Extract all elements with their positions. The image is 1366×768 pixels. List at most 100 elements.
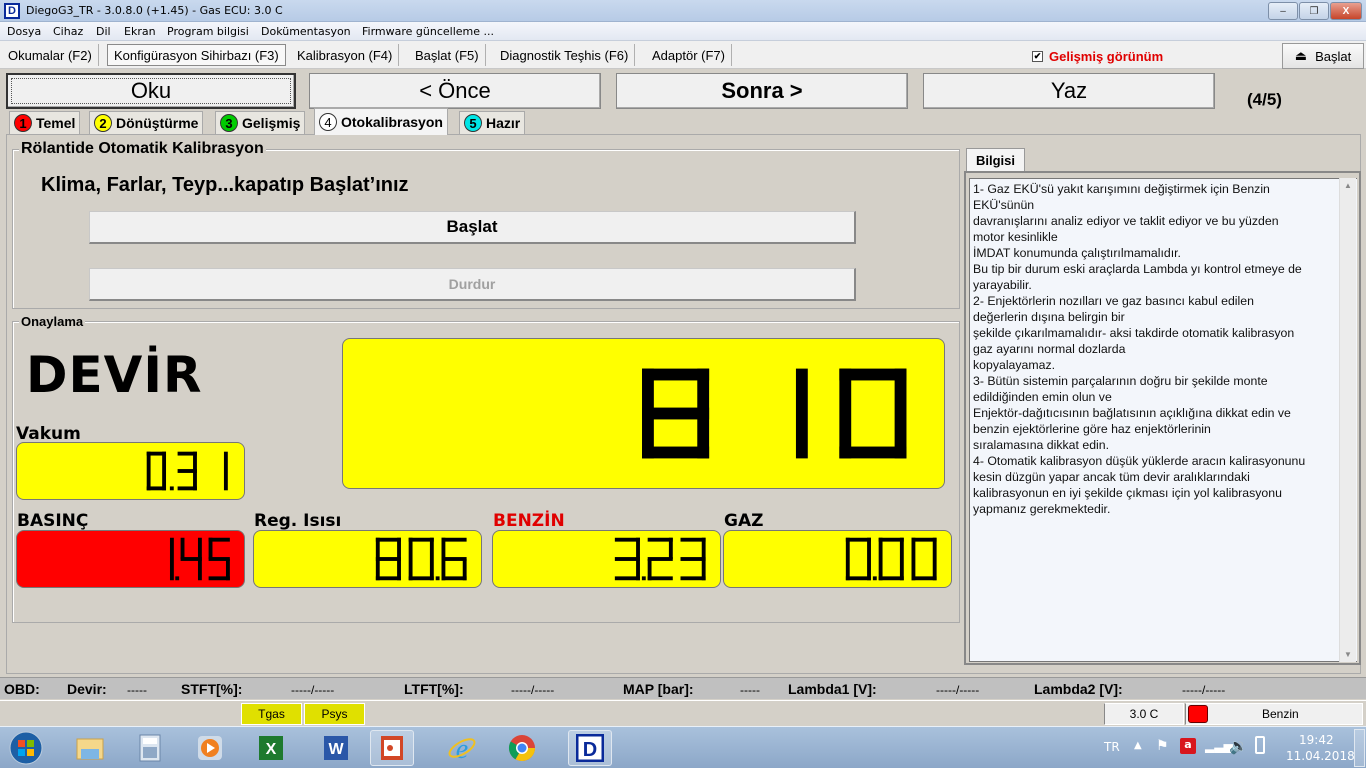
tab-adapter[interactable]: Adaptör (F7) [646, 44, 732, 66]
info-textbox[interactable]: 1- Gaz EKÜ'sü yakıt karışımını değiştirm… [969, 178, 1357, 662]
taskbar-media-player[interactable] [188, 730, 232, 766]
action-center-flag-icon[interactable]: ⚑ [1156, 738, 1169, 754]
info-tab-label: Bilgisi [975, 153, 1015, 168]
decimal-point [169, 486, 174, 491]
close-button[interactable]: X [1330, 2, 1362, 20]
taskbar-internet-explorer[interactable]: e [440, 730, 484, 766]
decimal-point [872, 576, 877, 581]
menu-cihaz[interactable]: Cihaz [53, 25, 83, 38]
segment-b [795, 368, 808, 414]
main-toolbar: Okumalar (F2) Konfigürasyon Sihirbazı (F… [0, 41, 1366, 69]
step-tab-basic[interactable]: 1 Temel [9, 111, 81, 134]
scroll-up-icon[interactable]: ▲ [1344, 181, 1352, 190]
antivirus-icon[interactable]: a [1180, 738, 1196, 754]
menu-dil[interactable]: Dil [96, 25, 111, 38]
obd-bar: OBD: Devir: ----- STFT[%]: -----/----- L… [0, 677, 1366, 699]
powerpoint-icon [381, 736, 403, 760]
segment-f [845, 537, 850, 559]
segment-b [223, 451, 228, 471]
rpm-digits [642, 368, 907, 459]
taskbar-excel[interactable]: X [249, 730, 293, 766]
previous-button[interactable]: < Önce [309, 73, 601, 109]
pressure-display [16, 530, 245, 588]
psys-indicator: Psys [304, 703, 365, 725]
scroll-down-icon[interactable]: ▼ [1344, 650, 1352, 659]
tab-label: Kalibrasyon (F4) [297, 47, 393, 63]
tab-config-wizard[interactable]: Konfigürasyon Sihirbazı (F3) [107, 44, 286, 66]
segment-e [839, 413, 852, 459]
tab-readings[interactable]: Okumalar (F2) [2, 44, 99, 66]
chrome-icon [508, 735, 536, 762]
menu-ekran[interactable]: Ekran [124, 25, 156, 38]
write-button-label: Yaz [1050, 78, 1088, 103]
battery-icon[interactable] [1255, 736, 1265, 754]
info-scrollbar[interactable]: ▲ ▼ [1339, 178, 1356, 662]
folder-icon [76, 738, 104, 760]
petrol-label: BENZİN [493, 511, 565, 531]
taskbar-powerpoint[interactable] [370, 730, 414, 766]
vacuum-digits [146, 451, 228, 491]
show-desktop-button[interactable] [1354, 729, 1365, 767]
step-tab-advanced[interactable]: 3 Gelişmiş [215, 111, 306, 134]
taskbar-chrome[interactable] [500, 730, 544, 766]
read-button[interactable]: Oku [6, 73, 296, 109]
title-bar: D DiegoG3_TR - 3.0.8.0 (+1.45) - Gas ECU… [0, 0, 1366, 22]
segment-f [375, 537, 380, 559]
step-tab-label: Dönüştürme [116, 115, 199, 131]
tab-start[interactable]: Başlat (F5) [409, 44, 486, 66]
show-hidden-icons-icon[interactable]: ▲ [1134, 740, 1142, 751]
tab-diagnostics[interactable]: Diagnostik Teşhis (F6) [494, 44, 636, 66]
segment-f [208, 537, 213, 559]
tab-calibration[interactable]: Kalibrasyon (F4) [291, 44, 400, 66]
decimal-point [641, 576, 646, 581]
autocal-stop-button: Durdur [89, 268, 856, 301]
step-tab-ready[interactable]: 5 Hazır [459, 111, 526, 134]
svg-text:D: D [583, 739, 597, 761]
taskbar-calculator[interactable] [128, 730, 172, 766]
start-orb[interactable] [6, 730, 46, 766]
tab-label: Başlat (F5) [415, 47, 479, 63]
taskbar-diego[interactable]: D [568, 730, 612, 766]
step-tab-conversion[interactable]: 2 Dönüştürme [89, 111, 204, 134]
advanced-view-checkbox[interactable]: ✔ [1032, 51, 1043, 62]
info-tab[interactable]: Bilgisi [966, 148, 1025, 172]
step-3-icon: 3 [220, 114, 238, 132]
restore-button[interactable]: ❐ [1299, 2, 1329, 20]
autocal-start-label: Başlat [446, 217, 498, 236]
taskbar-word[interactable]: W [314, 730, 358, 766]
segment-f [642, 368, 654, 414]
step-5-icon: 5 [464, 114, 482, 132]
segment-c [169, 559, 174, 581]
write-button[interactable]: Yaz [923, 73, 1215, 109]
next-button[interactable]: Sonra > [616, 73, 908, 109]
volume-icon[interactable]: 🔉 [1229, 737, 1248, 755]
menu-firmware[interactable]: Firmware güncelleme ... [362, 25, 494, 38]
restore-icon: ❐ [1309, 5, 1319, 17]
clock-date[interactable]: 11.04.2018 [1286, 749, 1355, 763]
media-player-icon [198, 736, 222, 760]
regulator-temp-digits [375, 537, 467, 581]
menu-dosya[interactable]: Dosya [7, 25, 41, 38]
instruction-text: Klima, Farlar, Teyp...kapatıp Başlat’ını… [41, 174, 409, 196]
close-icon: X [1342, 5, 1350, 17]
obd-lambda1-value: -----/----- [936, 683, 980, 697]
petrol-digits [614, 537, 706, 581]
advanced-view-toggle[interactable]: ✔ Gelişmiş görünüm [1032, 49, 1163, 64]
minimize-button[interactable]: – [1268, 2, 1298, 20]
step-tab-autocalibration[interactable]: 4 Otokalibrasyon [314, 108, 448, 135]
rpm-label: DEVİR [26, 346, 203, 404]
step-tab-label: Hazır [486, 115, 521, 131]
step-tab-label: Temel [36, 115, 76, 131]
menu-program-bilgisi[interactable]: Program bilgisi [167, 25, 249, 38]
taskbar-file-explorer[interactable] [68, 730, 112, 766]
minimize-icon: – [1280, 5, 1286, 17]
menu-dokumentasyon[interactable]: Dokümentasyon [261, 25, 351, 38]
obd-stft-value: -----/----- [291, 683, 335, 697]
start-button[interactable]: ⏏ Başlat [1282, 43, 1364, 69]
language-indicator[interactable]: TR [1104, 740, 1120, 754]
autocal-start-button[interactable]: Başlat [89, 211, 856, 244]
clock-time[interactable]: 19:42 [1299, 733, 1334, 747]
petrol-display [492, 530, 721, 588]
segment-e [642, 413, 654, 459]
autocalibration-title: Rölantide Otomatik Kalibrasyon [19, 140, 266, 158]
